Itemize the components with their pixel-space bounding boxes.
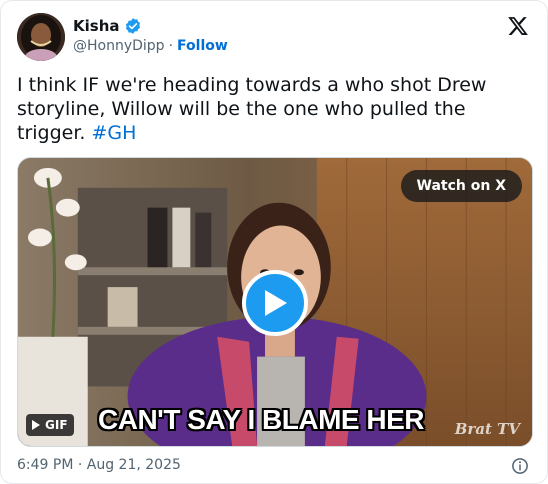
play-small-icon (32, 420, 40, 430)
info-icon[interactable] (511, 457, 529, 475)
gif-caption: CAN'T SAY I BLAME HER (98, 404, 424, 435)
avatar[interactable] (17, 13, 65, 61)
play-button[interactable] (242, 270, 308, 336)
author-name-row: Kisha (73, 17, 142, 35)
brat-tv-watermark: Brat TV (454, 420, 520, 438)
separator-dot: · (168, 38, 174, 54)
author-display-name[interactable]: Kisha (73, 17, 120, 35)
x-logo-icon[interactable] (507, 15, 529, 37)
tweet-text: I think IF we're heading towards a who s… (17, 73, 527, 145)
tweet-embed-card: Kisha @HonnyDipp · Follow I think IF we'… (0, 0, 548, 484)
author-handle-row: @HonnyDipp · Follow (73, 38, 228, 54)
tweet-body: I think IF we're heading towards a who s… (17, 74, 487, 144)
watch-on-x-button[interactable]: Watch on X (400, 170, 522, 202)
follow-button[interactable]: Follow (177, 38, 228, 54)
author-handle[interactable]: @HonnyDipp (73, 38, 165, 54)
media-gif[interactable]: Watch on X CAN'T SAY I BLAME HER GIF Bra… (17, 157, 533, 447)
hashtag-link[interactable]: #GH (92, 122, 137, 144)
avatar-image (17, 13, 65, 61)
tweet-timestamp[interactable]: 6:49 PM · Aug 21, 2025 (17, 457, 181, 473)
gif-badge: GIF (26, 414, 74, 436)
play-icon (265, 290, 287, 316)
gif-label: GIF (45, 418, 68, 432)
verified-badge-icon (125, 18, 140, 34)
